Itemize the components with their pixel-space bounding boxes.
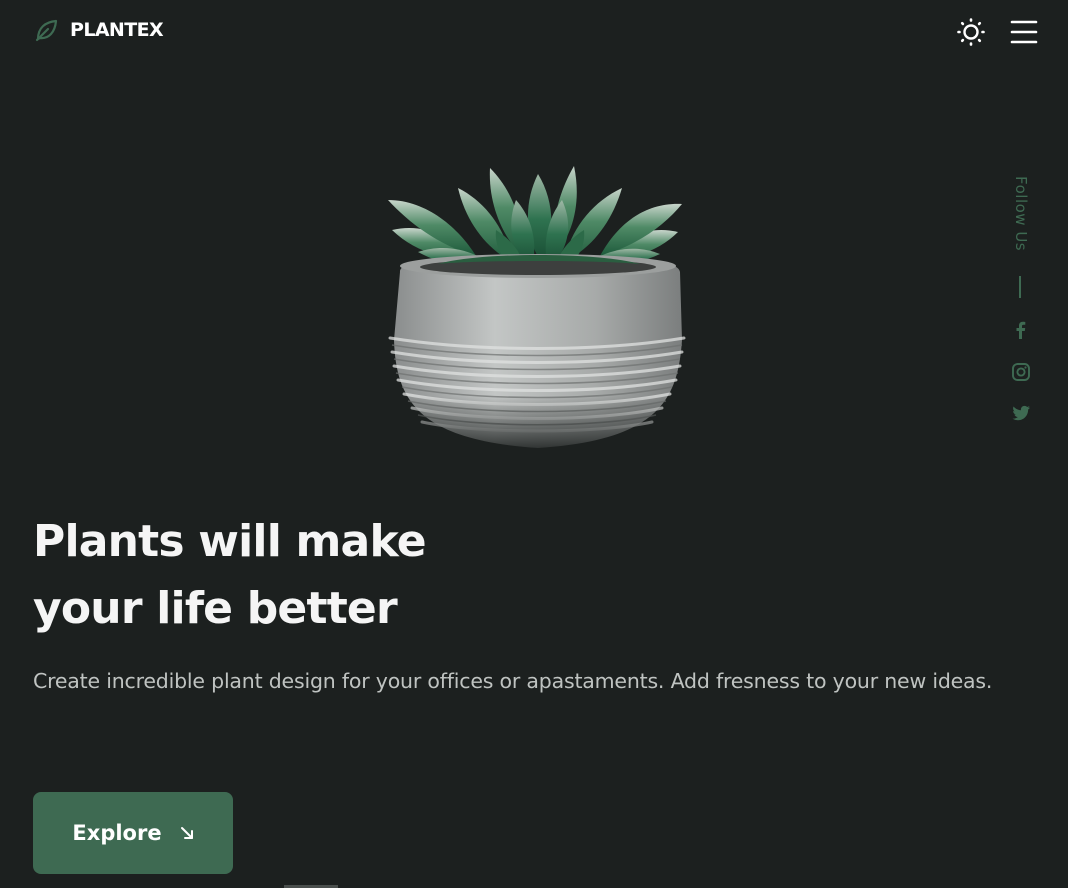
hero-title-line2: your life better (33, 583, 398, 634)
facebook-icon[interactable] (1011, 320, 1031, 340)
explore-button[interactable]: Explore (33, 792, 233, 874)
follow-divider (1019, 276, 1021, 298)
hero-description: Create incredible plant design for your … (33, 669, 993, 693)
theme-toggle-button[interactable] (956, 17, 986, 47)
logo-text: PLANTEX (70, 19, 164, 41)
instagram-icon[interactable] (1011, 362, 1031, 382)
hamburger-menu-icon (1010, 20, 1038, 44)
sun-icon (957, 18, 985, 46)
hero-title-line1: Plants will make (33, 516, 427, 567)
arrow-down-right-icon (180, 827, 193, 839)
leaf-icon (35, 19, 58, 42)
potted-succulent-image (378, 160, 698, 456)
menu-button[interactable] (1010, 19, 1038, 45)
logo-link[interactable]: PLANTEX (34, 18, 164, 42)
social-sidebar: Follow Us (1003, 176, 1039, 436)
follow-us-label: Follow Us (1012, 176, 1030, 252)
hero-title: Plants will make your life better (33, 508, 427, 642)
site-header: PLANTEX (0, 0, 1068, 64)
twitter-icon[interactable] (1011, 403, 1031, 423)
explore-button-label: Explore (72, 821, 162, 845)
